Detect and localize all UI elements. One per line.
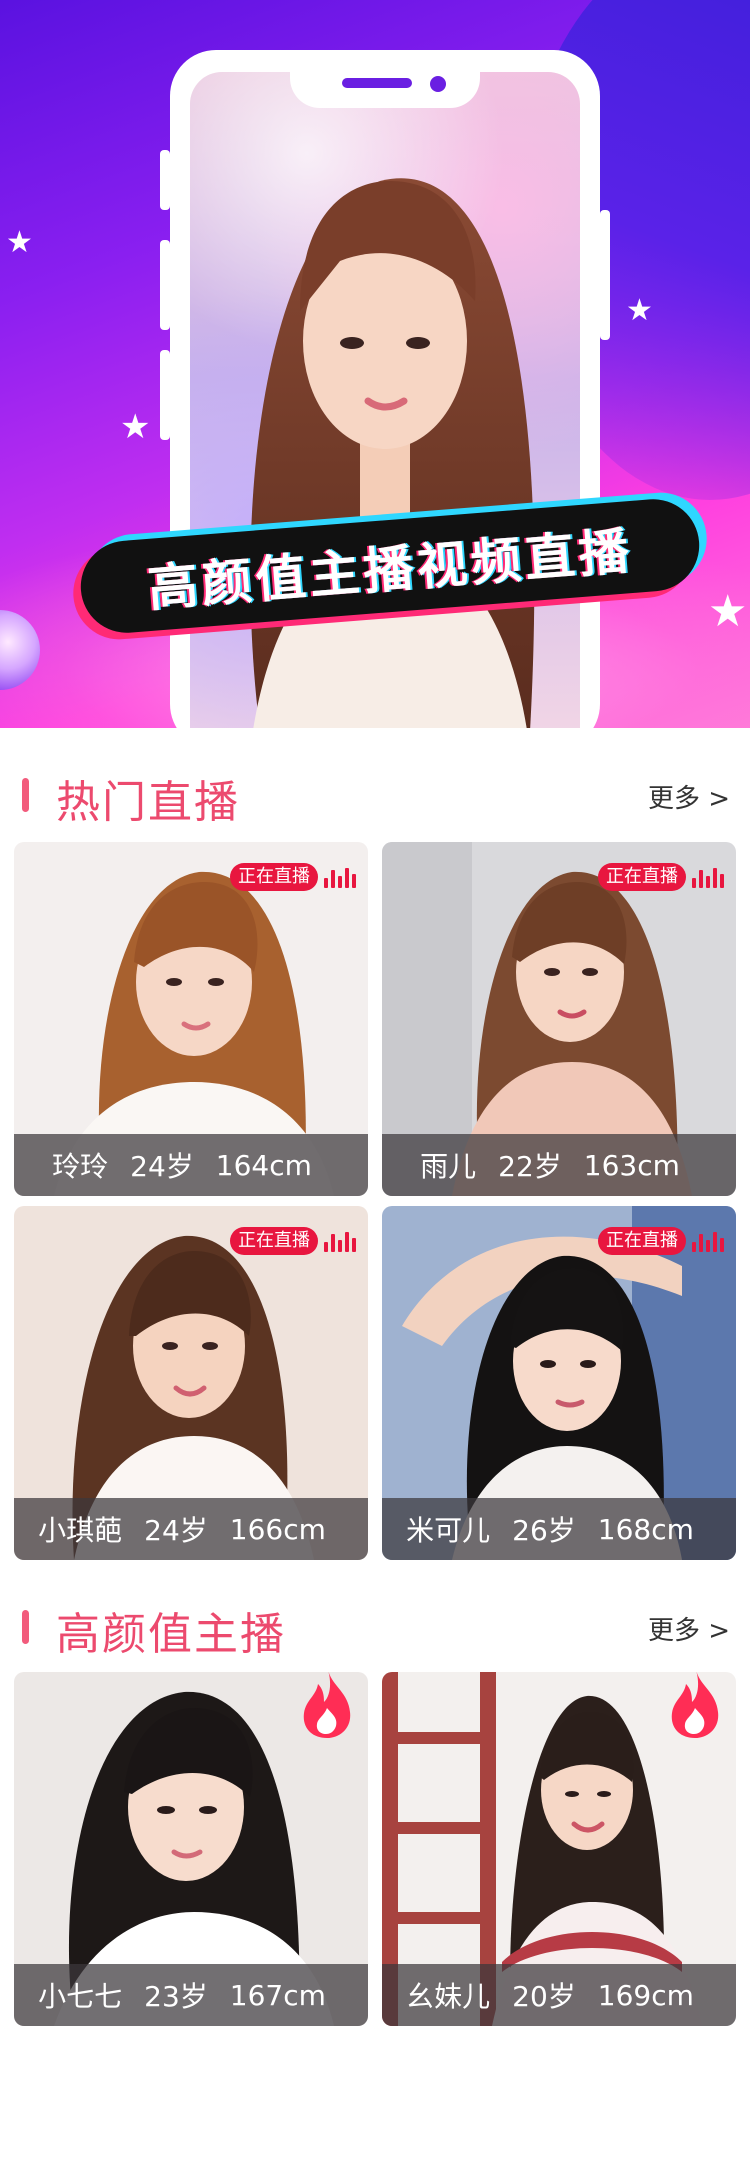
host-age: 23岁 xyxy=(144,1980,208,2013)
host-portrait xyxy=(250,178,535,728)
host-name: 玲玲 xyxy=(52,1150,109,1183)
live-card[interactable]: 正在直播 雨儿 22岁 163cm xyxy=(382,842,736,1196)
host-info: 米可儿 26岁 168cm xyxy=(382,1498,736,1560)
star-icon: ★ xyxy=(626,293,653,328)
live-card[interactable]: 正在直播 米可儿 26岁 168cm xyxy=(382,1206,736,1560)
host-card[interactable]: 幺妹儿 20岁 169cm xyxy=(382,1672,736,2026)
phone-screen-photo xyxy=(190,72,580,728)
live-badge-label: 正在直播 xyxy=(598,863,686,891)
section-marker xyxy=(22,778,29,812)
host-info: 玲玲 24岁 164cm xyxy=(14,1134,368,1196)
host-name: 小七七 xyxy=(38,1980,123,2013)
live-badge: 正在直播 xyxy=(598,862,724,892)
live-badge-label: 正在直播 xyxy=(598,1227,686,1255)
phone-notch xyxy=(290,50,480,108)
phone-side-button xyxy=(160,350,170,440)
host-name: 幺妹儿 xyxy=(406,1980,491,2013)
host-name: 雨儿 xyxy=(420,1150,477,1183)
host-age: 24岁 xyxy=(130,1150,194,1183)
star-icon: ★ xyxy=(708,586,748,637)
star-icon: ★ xyxy=(120,407,151,447)
hero-banner[interactable]: ★ ★ ★ ★ 高颜值主播视频直播 xyxy=(0,0,750,728)
host-name: 小琪葩 xyxy=(38,1514,123,1547)
section-title: 高颜值主播 xyxy=(56,1609,286,1660)
host-age: 24岁 xyxy=(144,1514,208,1547)
host-height: 163cm xyxy=(583,1148,680,1182)
host-info: 小七七 23岁 167cm xyxy=(14,1964,368,2026)
phone-side-button xyxy=(600,210,610,340)
host-age: 22岁 xyxy=(498,1150,562,1183)
section-title: 热门直播 xyxy=(56,777,240,828)
host-info: 小琪葩 24岁 166cm xyxy=(14,1498,368,1560)
host-name: 米可儿 xyxy=(406,1514,491,1547)
phone-side-button xyxy=(160,240,170,330)
phone-camera xyxy=(430,76,446,92)
phone-speaker xyxy=(342,78,412,88)
hot-live-header: 热门直播 更多 > xyxy=(0,762,750,828)
signal-bars-icon xyxy=(692,866,724,888)
fire-icon xyxy=(303,1672,351,1738)
live-card[interactable]: 正在直播 小琪葩 24岁 166cm xyxy=(14,1206,368,1560)
more-link[interactable]: 更多 > xyxy=(648,1610,730,1647)
host-age: 20岁 xyxy=(512,1980,576,2013)
host-card[interactable]: 小七七 23岁 167cm xyxy=(14,1672,368,2026)
live-badge: 正在直播 xyxy=(230,1226,356,1256)
live-card[interactable]: 正在直播 玲玲 24岁 164cm xyxy=(14,842,368,1196)
beauty-host-header: 高颜值主播 更多 > xyxy=(0,1594,750,1660)
signal-bars-icon xyxy=(324,866,356,888)
host-height: 164cm xyxy=(215,1148,312,1182)
more-link[interactable]: 更多 > xyxy=(648,778,730,815)
host-age: 26岁 xyxy=(512,1514,576,1547)
live-badge-label: 正在直播 xyxy=(230,1227,318,1255)
host-info: 幺妹儿 20岁 169cm xyxy=(382,1964,736,2026)
fire-icon xyxy=(671,1672,719,1738)
phone-side-button xyxy=(160,150,170,210)
host-height: 167cm xyxy=(229,1978,326,2012)
host-height: 169cm xyxy=(597,1978,694,2012)
host-height: 168cm xyxy=(597,1512,694,1546)
live-badge: 正在直播 xyxy=(230,862,356,892)
signal-bars-icon xyxy=(324,1230,356,1252)
live-badge: 正在直播 xyxy=(598,1226,724,1256)
signal-bars-icon xyxy=(692,1230,724,1252)
host-height: 166cm xyxy=(229,1512,326,1546)
star-icon: ★ xyxy=(6,225,33,260)
section-marker xyxy=(22,1610,29,1644)
live-badge-label: 正在直播 xyxy=(230,863,318,891)
host-info: 雨儿 22岁 163cm xyxy=(382,1134,736,1196)
